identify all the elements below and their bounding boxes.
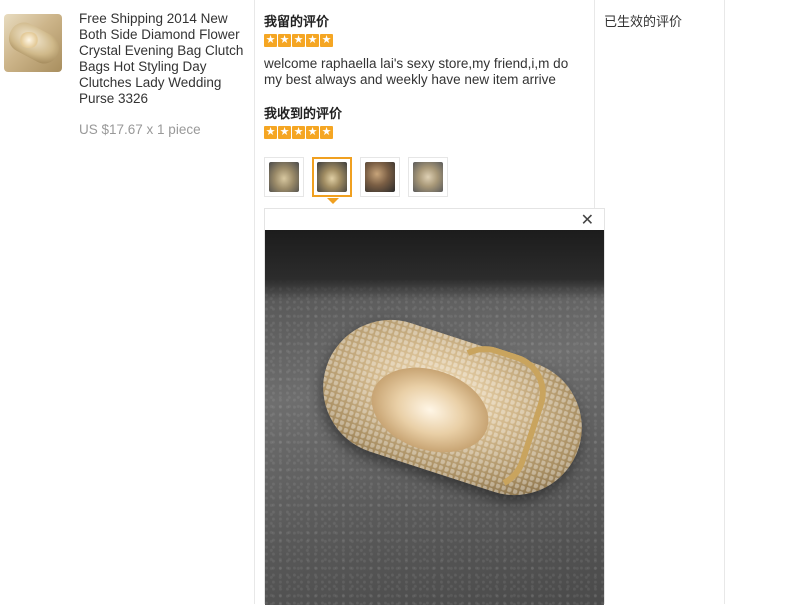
star-icon: ★ [264, 34, 277, 47]
photo-thumbnail[interactable] [408, 157, 448, 197]
given-feedback-heading: 我留的评价 [264, 14, 330, 29]
star-icon: ★ [278, 34, 291, 47]
star-icon: ★ [292, 34, 305, 47]
star-icon: ★ [278, 126, 291, 139]
given-feedback-rating: ★ ★ ★ ★ ★ [264, 34, 333, 47]
column-divider [724, 0, 725, 604]
photo-viewer-image [265, 230, 604, 605]
photo-thumbnail-active[interactable] [312, 157, 352, 197]
star-icon: ★ [320, 34, 333, 47]
photo-thumbnail[interactable] [360, 157, 400, 197]
photo-thumbnail-strip [264, 157, 448, 197]
photo-background [265, 230, 604, 300]
star-icon: ★ [306, 34, 319, 47]
star-icon: ★ [306, 126, 319, 139]
received-feedback-heading: 我收到的评价 [264, 106, 343, 121]
received-feedback-rating: ★ ★ ★ ★ ★ [264, 126, 333, 139]
photo-viewer: ✕ [264, 208, 605, 605]
photo-thumbnail-image [413, 162, 443, 192]
close-icon[interactable]: ✕ [581, 212, 594, 230]
star-icon: ★ [320, 126, 333, 139]
photo-thumbnail-image [269, 162, 299, 192]
product-price: US $17.67 x 1 piece [79, 122, 201, 137]
column-divider [254, 0, 255, 604]
star-icon: ★ [292, 126, 305, 139]
given-feedback-comment: welcome raphaella lai's sexy store,my fr… [264, 56, 569, 87]
star-icon: ★ [264, 126, 277, 139]
product-title[interactable]: Free Shipping 2014 New Both Side Diamond… [79, 11, 249, 107]
effective-feedback-heading: 已生效的评价 [604, 14, 683, 29]
product-thumbnail[interactable] [4, 14, 62, 72]
product-image-detail [18, 32, 40, 48]
photo-thumbnail[interactable] [264, 157, 304, 197]
photo-thumbnail-image [317, 162, 347, 192]
active-photo-caret [327, 198, 339, 204]
photo-thumbnail-image [365, 162, 395, 192]
